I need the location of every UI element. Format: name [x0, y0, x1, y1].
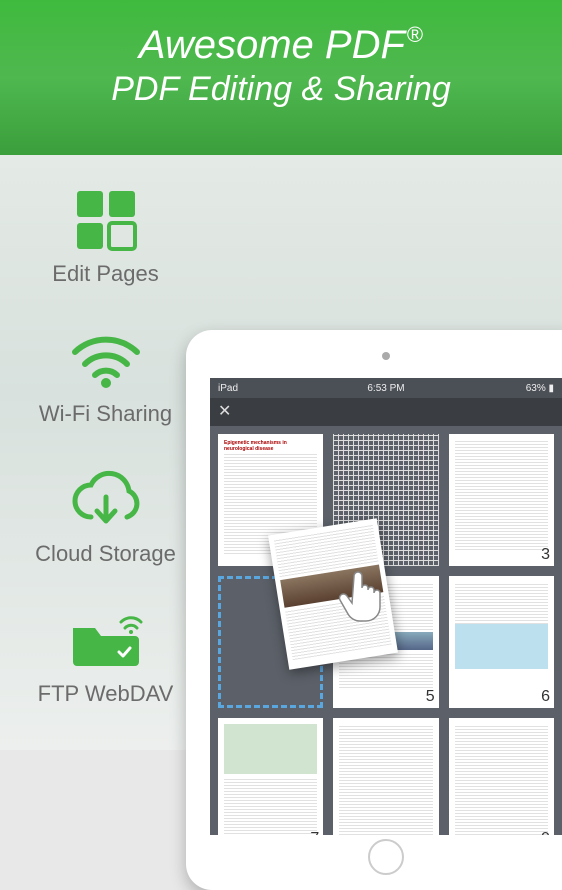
feature-edit-pages: Edit Pages: [28, 185, 183, 287]
pdf-page[interactable]: [333, 718, 438, 835]
ipad-screen[interactable]: iPad 6:53 PM 63% ▮ ✕ Epigenetic mechanis…: [210, 378, 562, 835]
status-time: 6:53 PM: [330, 383, 442, 394]
close-icon[interactable]: ✕: [218, 403, 231, 420]
ipad-device: iPad 6:53 PM 63% ▮ ✕ Epigenetic mechanis…: [186, 330, 562, 890]
feature-label: Edit Pages: [28, 261, 183, 287]
feature-label: Wi-Fi Sharing: [28, 401, 183, 427]
page-number: 7: [310, 829, 319, 835]
feature-sidebar: Edit Pages Wi-Fi Sharing Cloud Storage F…: [0, 155, 200, 745]
toolbar: ✕: [210, 398, 562, 426]
page-number: 9: [541, 829, 550, 835]
feature-cloud-storage: Cloud Storage: [28, 465, 183, 567]
page-number: 6: [541, 687, 550, 706]
feature-label: Cloud Storage: [28, 541, 183, 567]
status-battery: 63% ▮: [442, 383, 554, 394]
cloud-download-icon: [67, 465, 145, 535]
pdf-page[interactable]: 6: [449, 576, 554, 708]
feature-ftp-webdav: FTP WebDAV: [28, 605, 183, 707]
feature-label: FTP WebDAV: [28, 681, 183, 707]
pdf-page[interactable]: 9: [449, 718, 554, 835]
wifi-icon: [67, 325, 145, 395]
status-device: iPad: [218, 383, 330, 394]
pdf-page[interactable]: 7: [218, 718, 323, 835]
pdf-page[interactable]: 3: [449, 434, 554, 566]
main: Edit Pages Wi-Fi Sharing Cloud Storage F…: [0, 155, 562, 750]
hand-cursor-icon: [338, 570, 384, 627]
app-title: Awesome PDF®: [0, 22, 562, 68]
page-number: 5: [426, 687, 435, 706]
status-bar: iPad 6:53 PM 63% ▮: [210, 378, 562, 398]
folder-wifi-icon: [67, 605, 145, 675]
grid-icon: [67, 185, 145, 255]
app-subtitle: PDF Editing & Sharing: [0, 70, 562, 109]
feature-wifi-sharing: Wi-Fi Sharing: [28, 325, 183, 427]
page-number: 3: [541, 545, 550, 564]
header: Awesome PDF® PDF Editing & Sharing: [0, 0, 562, 155]
